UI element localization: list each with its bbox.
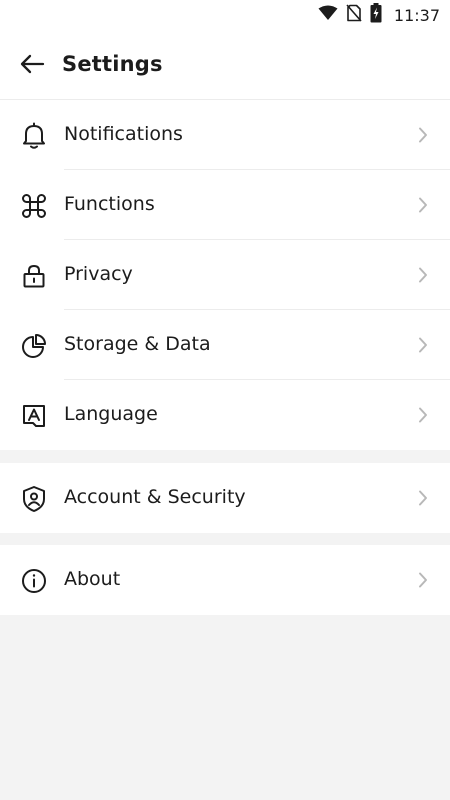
page-title: Settings	[62, 52, 163, 76]
chevron-right-icon	[416, 126, 430, 144]
status-time: 11:37	[393, 5, 440, 25]
settings-item-storage-data[interactable]: Storage & Data	[0, 310, 450, 380]
status-icons: 11:37	[318, 3, 440, 27]
info-icon	[20, 567, 48, 595]
settings-item-label: Language	[64, 403, 158, 425]
chevron-right-icon	[416, 406, 430, 424]
command-icon	[20, 192, 48, 220]
settings-item-language[interactable]: Language	[0, 380, 450, 450]
settings-item-label: Functions	[64, 193, 155, 215]
shield-user-icon	[20, 485, 48, 513]
arrow-left-icon	[19, 54, 45, 78]
chevron-right-icon	[416, 196, 430, 214]
battery-charging-icon	[370, 3, 382, 27]
no-sim-icon	[346, 4, 362, 26]
lock-icon	[20, 262, 48, 290]
chevron-right-icon	[416, 266, 430, 284]
settings-item-privacy[interactable]: Privacy	[0, 240, 450, 310]
app-header: Settings	[0, 30, 450, 100]
chevron-right-icon	[416, 336, 430, 354]
settings-item-label: Storage & Data	[64, 333, 211, 355]
settings-group-main: Notifications Functions Privacy Storage …	[0, 100, 450, 450]
settings-item-label: Account & Security	[64, 486, 246, 508]
wifi-icon	[318, 5, 338, 25]
pie-chart-icon	[20, 332, 48, 360]
settings-item-about[interactable]: About	[0, 545, 450, 615]
status-bar: 11:37	[0, 0, 450, 30]
language-icon	[20, 402, 48, 430]
settings-item-notifications[interactable]: Notifications	[0, 100, 450, 170]
settings-item-label: Notifications	[64, 123, 183, 145]
settings-group-account: Account & Security	[0, 463, 450, 533]
chevron-right-icon	[416, 489, 430, 507]
bell-icon	[20, 122, 48, 150]
settings-item-label: Privacy	[64, 263, 133, 285]
settings-item-functions[interactable]: Functions	[0, 170, 450, 240]
settings-group-about: About	[0, 545, 450, 615]
settings-item-account-security[interactable]: Account & Security	[0, 463, 450, 533]
chevron-right-icon	[416, 571, 430, 589]
settings-item-label: About	[64, 568, 121, 590]
back-button[interactable]	[16, 50, 48, 82]
